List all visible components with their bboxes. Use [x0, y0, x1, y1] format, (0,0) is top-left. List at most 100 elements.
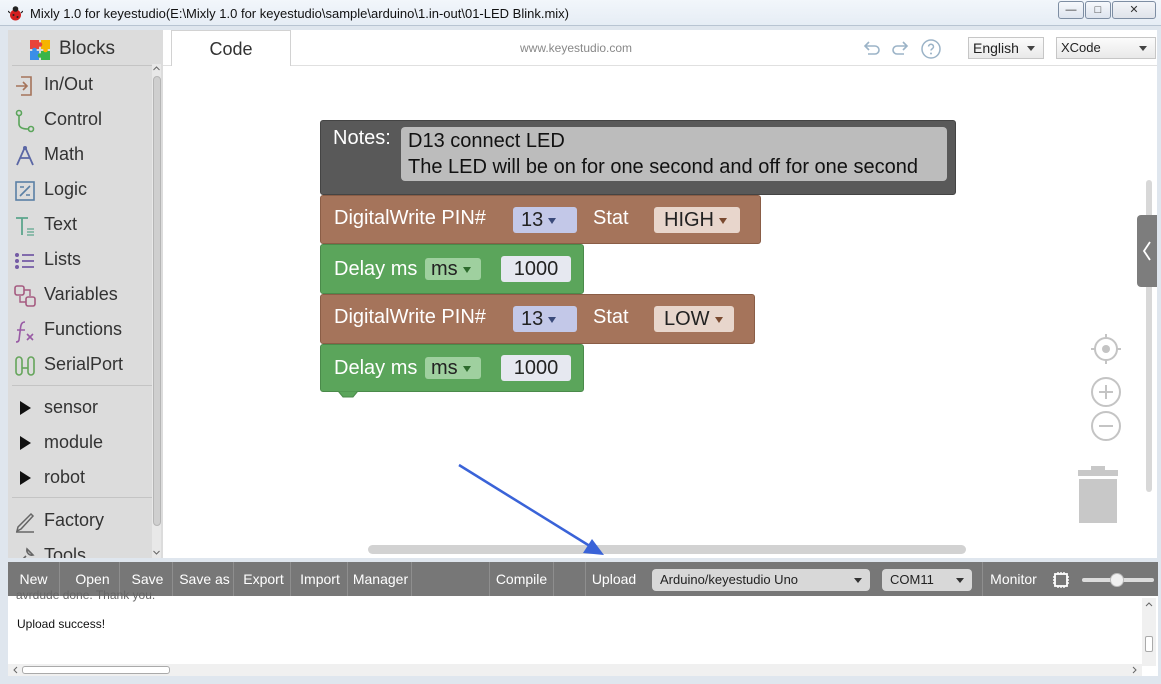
theme-select-value: XCode — [1061, 40, 1101, 55]
upload-button[interactable]: Upload — [586, 562, 642, 596]
unit-dropdown[interactable]: ms — [425, 357, 481, 379]
toolbox-divider — [12, 497, 152, 498]
console-previous-line: avrdude done. Thank you. — [16, 588, 156, 602]
redo-icon[interactable] — [890, 38, 912, 60]
tab-code[interactable]: Code — [171, 30, 291, 66]
chevron-down-icon — [956, 578, 964, 583]
zoom-slider-thumb[interactable] — [1110, 573, 1124, 587]
chip-icon[interactable] — [1050, 570, 1072, 590]
pin-value: 13 — [521, 308, 544, 330]
delay-value-input[interactable]: 1000 — [501, 355, 571, 381]
scroll-up-arrow-icon[interactable] — [152, 64, 161, 73]
functions-icon — [15, 321, 34, 343]
toolbox-scrollbar-thumb[interactable] — [153, 76, 161, 526]
variables-icon — [14, 285, 36, 307]
group-sensor[interactable]: sensor — [8, 391, 153, 426]
expand-triangle-icon — [20, 471, 31, 485]
delay-block[interactable]: Delay ms ms 1000 — [320, 344, 584, 392]
port-select[interactable]: COM11 — [882, 569, 972, 591]
category-label: Logic — [44, 179, 88, 199]
category-control[interactable]: Control — [8, 103, 153, 138]
console-scrollbar-thumb[interactable] — [1145, 636, 1153, 652]
zoom-in-icon[interactable] — [1090, 376, 1122, 408]
site-url: www.keyestudio.com — [520, 41, 633, 55]
category-functions[interactable]: Functions — [8, 313, 153, 348]
save-as-button[interactable]: Save as — [176, 562, 234, 596]
chevron-down-icon — [462, 365, 471, 372]
category-label: In/Out — [44, 74, 94, 94]
console-horizontal-scrollbar[interactable] — [8, 664, 1142, 676]
collapse-panel-button[interactable] — [1137, 215, 1157, 287]
chevron-down-icon — [719, 217, 727, 224]
annotation-arrow-icon — [458, 463, 604, 555]
group-label: sensor — [44, 397, 99, 417]
scroll-down-arrow-icon[interactable] — [152, 548, 161, 557]
category-in-out[interactable]: In/Out — [8, 68, 153, 103]
monitor-button[interactable]: Monitor — [982, 562, 1044, 596]
category-factory[interactable]: Factory — [8, 504, 153, 539]
digitalwrite-block[interactable]: DigitalWrite PIN# 13 Stat HIGH — [320, 195, 761, 244]
pin-dropdown[interactable]: 13 — [513, 306, 577, 332]
block-notch-icon — [338, 391, 358, 398]
language-select[interactable]: English — [968, 37, 1044, 59]
pin-dropdown[interactable]: 13 — [513, 207, 577, 233]
group-module[interactable]: module — [8, 426, 153, 461]
digitalwrite-block[interactable]: DigitalWrite PIN# 13 Stat LOW — [320, 294, 755, 344]
close-button[interactable]: ✕ — [1112, 1, 1156, 19]
delay-block[interactable]: Delay ms ms 1000 — [320, 244, 584, 294]
bottom-toolbar: New Open Save Save as Export Import Mana… — [8, 562, 1158, 596]
help-icon[interactable] — [920, 38, 942, 60]
category-label: Functions — [44, 319, 123, 339]
export-button[interactable]: Export — [237, 562, 291, 596]
window-title: Mixly 1.0 for keyestudio(E:\Mixly 1.0 fo… — [30, 6, 569, 21]
notes-line: D13 connect LED — [408, 130, 565, 152]
console-message: Upload success! — [17, 617, 106, 631]
port-select-value: COM11 — [890, 572, 934, 587]
chevron-down-icon — [1139, 46, 1147, 51]
category-math[interactable]: Math — [8, 138, 153, 173]
tools-icon — [22, 547, 35, 558]
category-logic[interactable]: Logic — [8, 173, 153, 208]
console-vertical-scrollbar[interactable] — [1142, 598, 1156, 666]
unit-dropdown[interactable]: ms — [425, 258, 481, 280]
category-variables[interactable]: Variables — [8, 278, 153, 313]
category-serialport[interactable]: SerialPort — [8, 348, 153, 383]
block-label: DigitalWrite PIN# — [334, 306, 486, 328]
delay-value-input[interactable]: 1000 — [501, 256, 571, 282]
category-label: SerialPort — [44, 354, 124, 374]
compile-button[interactable]: Compile — [490, 562, 554, 596]
scroll-left-arrow-icon[interactable] — [10, 665, 20, 675]
stat-dropdown[interactable]: HIGH — [654, 207, 740, 233]
trash-icon[interactable] — [1076, 466, 1120, 524]
stat-value: LOW — [664, 308, 710, 330]
import-button[interactable]: Import — [293, 562, 348, 596]
app-icon — [8, 6, 23, 21]
console-hscrollbar-thumb[interactable] — [22, 666, 170, 674]
toolbar-spacer — [554, 562, 586, 596]
category-label: Control — [44, 109, 103, 129]
scroll-right-arrow-icon[interactable] — [1130, 665, 1140, 675]
notes-textarea[interactable]: D13 connect LED The LED will be on for o… — [401, 127, 947, 181]
stat-value: HIGH — [664, 209, 714, 231]
notes-block[interactable]: Notes: D13 connect LED The LED will be o… — [320, 120, 956, 195]
undo-icon[interactable] — [860, 38, 882, 60]
chevron-down-icon — [854, 578, 862, 583]
recenter-icon[interactable] — [1090, 333, 1122, 365]
stat-dropdown[interactable]: LOW — [654, 306, 734, 332]
language-select-value: English — [973, 40, 1019, 56]
manager-button[interactable]: Manager — [350, 562, 412, 596]
category-text[interactable]: Text — [8, 208, 153, 243]
scroll-up-arrow-icon[interactable] — [1144, 599, 1154, 609]
puzzle-icon — [30, 40, 50, 60]
zoom-out-icon[interactable] — [1090, 410, 1122, 442]
category-tools[interactable]: Tools — [8, 539, 153, 558]
minimize-button[interactable]: — — [1058, 1, 1084, 19]
category-lists[interactable]: Lists — [8, 243, 153, 278]
maximize-button[interactable]: □ — [1085, 1, 1111, 19]
group-robot[interactable]: robot — [8, 461, 153, 496]
logic-icon — [15, 181, 35, 201]
board-select[interactable]: Arduino/keyestudio Uno — [652, 569, 870, 591]
theme-select[interactable]: XCode — [1056, 37, 1156, 59]
chevron-down-icon — [1027, 46, 1035, 51]
notes-line: The LED will be on for one second and of… — [408, 156, 918, 178]
